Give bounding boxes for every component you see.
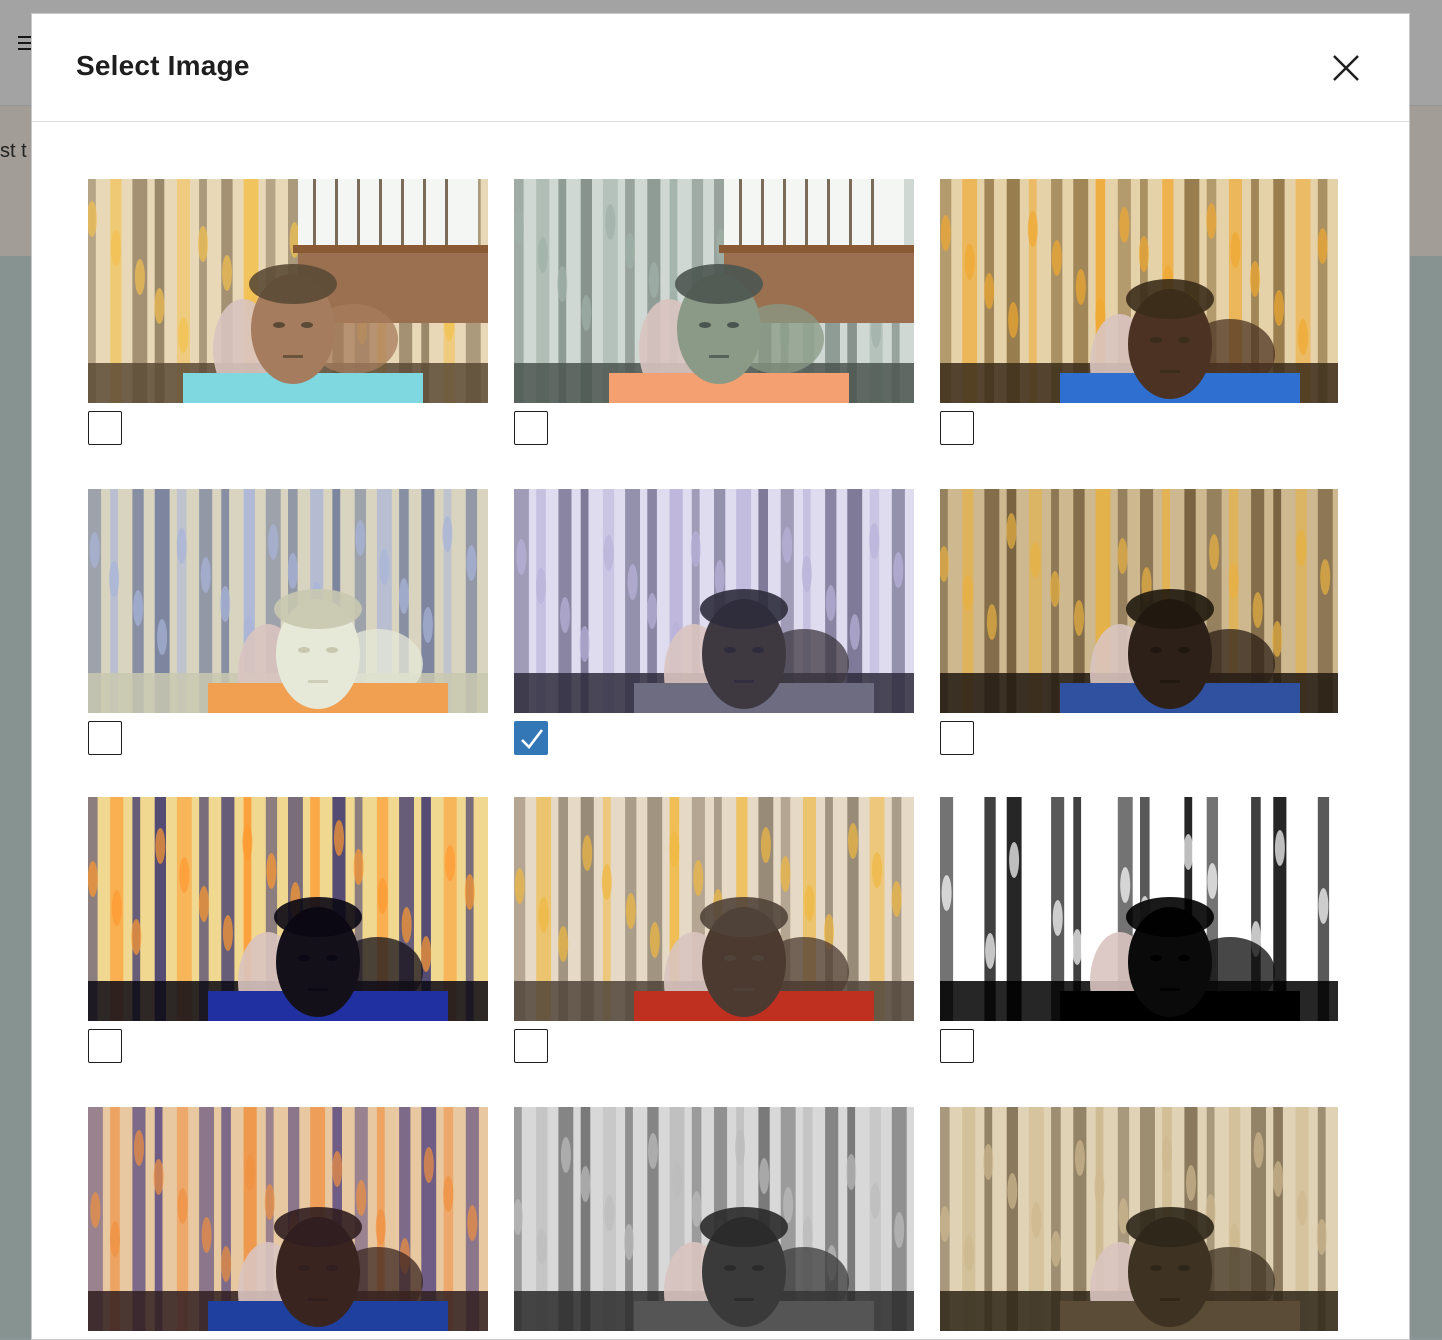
image-checkbox[interactable]	[88, 721, 122, 755]
thumbnail-photo	[514, 179, 914, 403]
image-thumbnail[interactable]	[88, 179, 488, 403]
image-option-10[interactable]	[88, 1107, 488, 1331]
thumbnail-photo	[940, 1107, 1338, 1331]
image-option-7[interactable]	[88, 797, 488, 1063]
image-option-5[interactable]	[514, 489, 914, 755]
image-checkbox[interactable]	[940, 411, 974, 445]
image-thumbnail[interactable]	[88, 797, 488, 1021]
image-checkbox[interactable]	[514, 1029, 548, 1063]
image-option-6[interactable]	[940, 489, 1340, 755]
image-checkbox[interactable]	[514, 411, 548, 445]
image-thumbnail[interactable]	[514, 1107, 914, 1331]
select-image-dialog: Select Image	[31, 13, 1410, 1340]
image-option-4[interactable]	[88, 489, 488, 755]
close-icon	[1333, 55, 1359, 81]
thumbnail-photo	[88, 489, 488, 713]
thumbnail-photo	[514, 797, 914, 1021]
thumbnail-photo	[940, 179, 1338, 403]
image-checkbox[interactable]	[514, 721, 548, 755]
image-thumbnail[interactable]	[514, 489, 914, 713]
thumbnail-photo	[940, 797, 1338, 1021]
thumbnail-photo	[88, 1107, 488, 1331]
checkmark-icon	[521, 729, 544, 749]
image-thumbnail[interactable]	[88, 1107, 488, 1331]
image-thumbnail[interactable]	[940, 179, 1338, 403]
image-option-1[interactable]	[88, 179, 488, 445]
image-checkbox[interactable]	[88, 411, 122, 445]
image-checkbox[interactable]	[88, 1029, 122, 1063]
thumbnail-photo	[514, 489, 914, 713]
close-button[interactable]	[1330, 52, 1362, 84]
image-thumbnail[interactable]	[940, 797, 1338, 1021]
thumbnail-photo	[88, 179, 488, 403]
image-option-2[interactable]	[514, 179, 914, 445]
image-thumbnail[interactable]	[514, 797, 914, 1021]
image-thumbnail[interactable]	[88, 489, 488, 713]
thumbnail-photo	[514, 1107, 914, 1331]
image-option-11[interactable]	[514, 1107, 914, 1331]
image-option-8[interactable]	[514, 797, 914, 1063]
dialog-header: Select Image	[32, 14, 1409, 122]
thumbnail-photo	[940, 489, 1338, 713]
image-thumbnail[interactable]	[514, 179, 914, 403]
image-option-9[interactable]	[940, 797, 1340, 1063]
thumbnail-photo	[88, 797, 488, 1021]
image-checkbox[interactable]	[940, 721, 974, 755]
image-thumbnail[interactable]	[940, 1107, 1338, 1331]
dialog-title: Select Image	[76, 50, 250, 81]
image-checkbox[interactable]	[940, 1029, 974, 1063]
image-option-12[interactable]	[940, 1107, 1340, 1331]
image-option-3[interactable]	[940, 179, 1340, 445]
image-thumbnail[interactable]	[940, 489, 1338, 713]
